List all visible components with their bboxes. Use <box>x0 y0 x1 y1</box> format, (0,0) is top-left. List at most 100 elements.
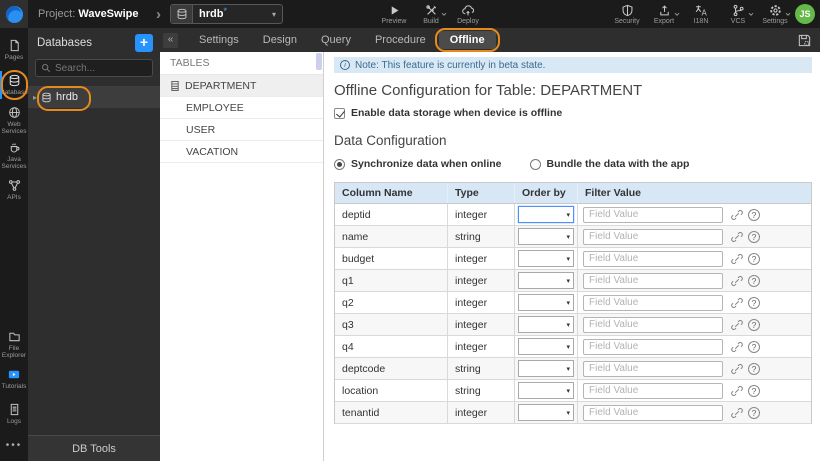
order-by-select[interactable]: ▾ <box>518 294 574 311</box>
sidebar-item-web-services[interactable]: Web Services <box>0 103 28 137</box>
user-avatar[interactable]: JS <box>795 4 815 24</box>
more-options-button[interactable]: ••• <box>0 432 28 461</box>
tab[interactable]: Procedure <box>364 31 437 49</box>
enable-offline-label: Enable data storage when device is offli… <box>351 107 563 119</box>
order-by-select[interactable]: ▾ <box>518 360 574 377</box>
db-connection-hrdb[interactable]: ▸ hrdb <box>28 86 160 111</box>
sidebar-item-file-explorer[interactable]: File Explorer <box>0 327 28 361</box>
tab[interactable]: Settings <box>188 31 250 49</box>
sync-options: Synchronize data when online Bundle the … <box>334 158 812 170</box>
help-icon[interactable]: ? <box>748 296 760 309</box>
db-tools-button[interactable]: DB Tools <box>28 435 160 461</box>
filter-value-input[interactable] <box>583 404 723 421</box>
save-settings-button[interactable] <box>797 33 812 48</box>
enable-offline-checkbox[interactable] <box>334 107 345 119</box>
page-icon <box>8 39 21 52</box>
db-view-tabbar: « Settings Design Query Procedure Offline <box>160 28 820 52</box>
bind-variable-link-icon[interactable] <box>731 275 743 287</box>
help-icon[interactable]: ? <box>748 274 760 287</box>
order-by-select[interactable]: ▾ <box>518 338 574 355</box>
settings-button[interactable]: Settings <box>760 4 791 25</box>
order-by-select[interactable]: ▾ <box>518 316 574 333</box>
security-button[interactable]: Security <box>612 4 642 25</box>
radio-button[interactable] <box>334 158 345 170</box>
filter-value-input[interactable] <box>583 272 723 289</box>
sidebar-item-java-services[interactable]: Java Services <box>0 138 28 172</box>
order-by-select[interactable]: ▾ <box>518 250 574 267</box>
sidebar-item-logs[interactable]: Logs <box>0 397 28 431</box>
search-input[interactable] <box>55 62 147 74</box>
help-icon[interactable]: ? <box>748 406 760 419</box>
add-database-button[interactable]: + <box>135 34 153 52</box>
order-by-select[interactable]: ▾ <box>518 272 574 289</box>
sidebar-item-tutorials[interactable]: Tutorials <box>0 362 28 396</box>
help-icon[interactable]: ? <box>748 230 760 243</box>
sidebar-item-pages[interactable]: Pages <box>0 33 28 67</box>
filter-value-input[interactable] <box>583 316 723 333</box>
filter-value-input[interactable] <box>583 338 723 355</box>
table-list-item[interactable]: DEPARTMENT <box>160 75 323 97</box>
order-by-cell: ▾ <box>514 402 577 423</box>
build-button[interactable]: Build <box>416 4 447 25</box>
help-icon[interactable]: ? <box>748 208 760 221</box>
collapse-panel-button[interactable]: « <box>163 32 178 48</box>
folder-icon <box>8 330 21 343</box>
help-icon[interactable]: ? <box>748 384 760 397</box>
order-by-select[interactable]: ▾ <box>518 382 574 399</box>
tab[interactable]: Query <box>310 31 362 49</box>
app-logo[interactable] <box>0 0 28 28</box>
help-icon[interactable]: ? <box>748 340 760 353</box>
deploy-button[interactable]: Deploy <box>453 4 483 25</box>
order-by-cell: ▾ <box>514 336 577 357</box>
chevron-down-icon: ▾ <box>566 255 570 263</box>
filter-value-input[interactable] <box>583 360 723 377</box>
bind-variable-link-icon[interactable] <box>731 319 743 331</box>
help-icon[interactable]: ? <box>748 318 760 331</box>
i18n-button[interactable]: A I18N <box>686 4 716 25</box>
filter-value-input[interactable] <box>583 206 723 223</box>
filter-value-cell: ? <box>577 292 811 313</box>
scrollbar-thumb[interactable] <box>316 53 322 70</box>
table-list-item[interactable]: USER <box>160 119 323 141</box>
table-row: q3 integer ▾ ? <box>335 314 811 336</box>
order-by-cell: ▾ <box>514 358 577 379</box>
column-type-cell: integer <box>447 314 514 335</box>
help-icon[interactable]: ? <box>748 252 760 265</box>
bind-variable-link-icon[interactable] <box>731 209 743 221</box>
tab[interactable]: Design <box>252 31 308 49</box>
bind-variable-link-icon[interactable] <box>731 231 743 243</box>
order-by-select[interactable]: ▾ <box>518 404 574 421</box>
preview-button[interactable]: Preview <box>379 4 409 25</box>
order-by-select[interactable]: ▾ <box>518 228 574 245</box>
sidebar-item-apis[interactable]: APIs <box>0 173 28 207</box>
db-selector-dropdown[interactable]: hrdb * ▾ <box>170 4 283 24</box>
filter-value-input[interactable] <box>583 228 723 245</box>
database-search[interactable] <box>35 59 153 77</box>
filter-value-input[interactable] <box>583 294 723 311</box>
bind-variable-link-icon[interactable] <box>731 253 743 265</box>
bind-variable-link-icon[interactable] <box>731 341 743 353</box>
bind-variable-link-icon[interactable] <box>731 385 743 397</box>
bind-variable-link-icon[interactable] <box>731 297 743 309</box>
sync-option[interactable]: Bundle the data with the app <box>529 158 689 170</box>
export-button[interactable]: Export <box>649 4 680 25</box>
order-by-cell: ▾ <box>514 270 577 291</box>
info-icon: i <box>340 60 350 70</box>
radio-button[interactable] <box>529 158 541 170</box>
help-icon[interactable]: ? <box>748 362 760 375</box>
filter-value-input[interactable] <box>583 382 723 399</box>
table-list-item[interactable]: EMPLOYEE <box>160 97 323 119</box>
table-list-item[interactable]: VACATION <box>160 141 323 163</box>
filter-value-input[interactable] <box>583 250 723 267</box>
column-type-cell: string <box>447 380 514 401</box>
bind-variable-link-icon[interactable] <box>731 363 743 375</box>
bind-variable-link-icon[interactable] <box>731 407 743 419</box>
vcs-button[interactable]: VCS <box>723 4 754 25</box>
expand-arrow-icon[interactable]: ▸ <box>33 93 37 102</box>
sync-option[interactable]: Synchronize data when online <box>334 158 502 170</box>
order-by-select[interactable]: ▾ <box>518 206 574 223</box>
offline-columns-table: Column Name Type Order by Filter Value d… <box>334 182 812 424</box>
sidebar-item-databases[interactable]: Databases <box>0 68 31 102</box>
column-header: Type <box>447 183 514 203</box>
tab[interactable]: Offline <box>434 28 500 52</box>
